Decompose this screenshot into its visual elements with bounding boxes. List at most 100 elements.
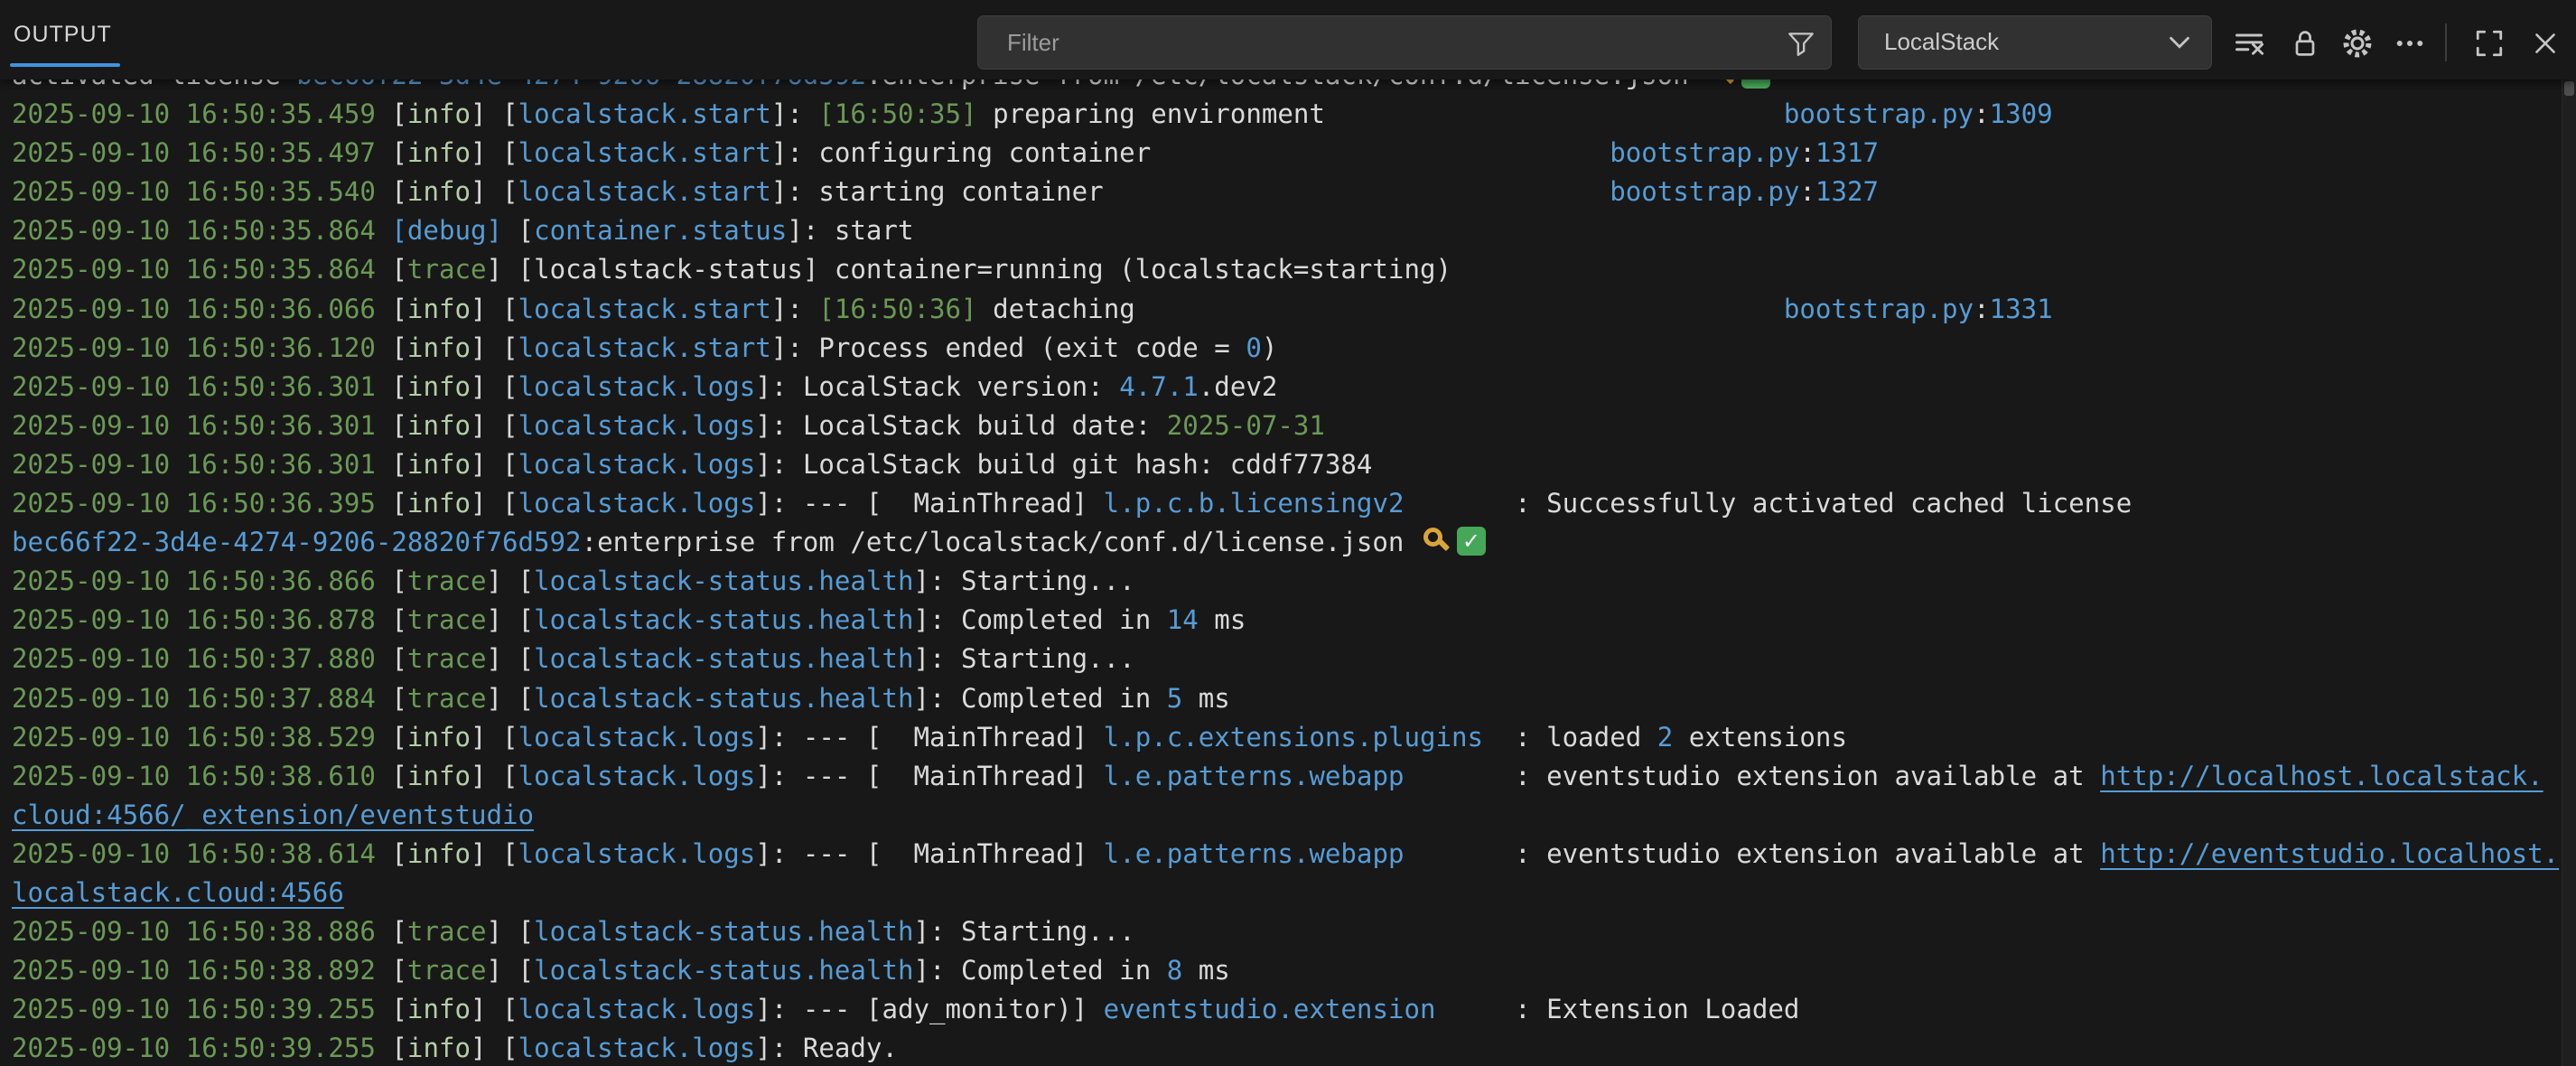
log-view: activated license bec66f22-3d4e-4274-920… xyxy=(0,79,2576,1066)
log-segment: l.p.c.b.licensingv2 xyxy=(1104,488,1405,519)
log-segment: [ xyxy=(391,1033,407,1063)
settings-button[interactable] xyxy=(2339,25,2375,61)
log-segment: ]: --- [ MainThread] xyxy=(755,761,1103,791)
log-segment: localstack-status.health xyxy=(534,604,913,635)
channel-selector[interactable]: LocalStack xyxy=(1858,15,2212,70)
log-segment: ] [ xyxy=(487,955,535,986)
check-emoji xyxy=(1457,527,1486,556)
log-segment: ] [ xyxy=(471,994,518,1024)
log-segment: 2 xyxy=(1657,722,1674,753)
header-divider xyxy=(2445,23,2447,61)
log-segment: bec66f22-3d4e-4274-9206-28820f76d592 xyxy=(296,79,866,90)
filter-box xyxy=(977,15,1832,70)
log-segment: [ xyxy=(391,449,407,480)
log-segment: l.p.c.extensions.plugins xyxy=(1104,722,1483,753)
log-segment: ] [ xyxy=(487,604,535,635)
log-segment: 2025-09-10 16:50:36.301 xyxy=(12,371,391,402)
maximize-panel-button[interactable] xyxy=(2471,25,2507,61)
log-line: 2025-09-10 16:50:37.884 [trace] [localst… xyxy=(12,679,2576,718)
active-tab-underline xyxy=(10,63,120,67)
log-segment: [ xyxy=(391,332,407,363)
log-segment: 2025-09-10 16:50:39.255 xyxy=(12,1033,391,1063)
log-segment: ]: --- [ady_monitor)] xyxy=(755,994,1103,1024)
log-segment: ]: Starting... xyxy=(913,643,1134,674)
log-segment: bec66f22-3d4e-4274-9206-28820f76d592 xyxy=(12,527,582,557)
log-segment: localstack-status.health xyxy=(534,566,913,596)
log-line: 2025-09-10 16:50:36.301 [info] [localsta… xyxy=(12,407,2576,445)
log-segment: localstack.logs xyxy=(518,449,756,480)
log-segment: ]: LocalStack build git hash: cddf77384 xyxy=(755,449,1372,480)
log-line: 2025-09-10 16:50:36.301 [info] [localsta… xyxy=(12,368,2576,407)
log-lines: activated license bec66f22-3d4e-4274-920… xyxy=(0,79,2576,1066)
log-segment: localstack.start xyxy=(518,176,771,207)
log-segment: localstack.logs xyxy=(518,410,756,441)
vertical-scrollbar[interactable] xyxy=(2562,79,2576,1066)
log-segment: 2025-09-10 16:50:36.395 xyxy=(12,488,391,519)
log-segment: 2025-09-10 16:50:38.529 xyxy=(12,722,391,753)
log-segment: ] [ xyxy=(471,722,518,753)
filter-input[interactable] xyxy=(1005,22,1768,63)
log-segment: localstack-status.health xyxy=(534,955,913,986)
scrollbar-thumb[interactable] xyxy=(2564,81,2574,96)
log-segment: 8 xyxy=(1167,955,1183,986)
log-segment: ] [ xyxy=(471,488,518,519)
log-segment: ]: configuring container xyxy=(771,137,1151,168)
log-segment: ] [ xyxy=(487,683,535,714)
log-segment: [ xyxy=(391,294,407,324)
log-segment: [16:50:36] xyxy=(818,294,976,324)
log-segment: [ xyxy=(391,838,407,869)
gear-icon xyxy=(2340,26,2375,61)
source-file-link[interactable]: bootstrap.py xyxy=(1784,294,1974,324)
log-segment xyxy=(1135,294,1784,324)
log-segment: ] [ xyxy=(471,449,518,480)
lock-autoscroll-button[interactable] xyxy=(2287,25,2323,61)
more-actions-button[interactable] xyxy=(2392,25,2428,61)
log-segment: [ xyxy=(391,955,407,986)
log-segment: [ xyxy=(391,683,407,714)
log-segment: info xyxy=(407,488,471,519)
log-segment: 2025-09-10 16:50:36.301 xyxy=(12,449,391,480)
check-emoji xyxy=(1741,79,1770,89)
log-segment: ] [ xyxy=(471,761,518,791)
log-line: 2025-09-10 16:50:37.880 [trace] [localst… xyxy=(12,640,2576,678)
channel-selector-value: LocalStack xyxy=(1884,28,1999,56)
source-file-link[interactable]: bootstrap.py xyxy=(1784,98,1974,129)
log-line: 2025-09-10 16:50:38.529 [info] [localsta… xyxy=(12,718,2576,757)
log-segment: localstack.logs xyxy=(518,838,756,869)
log-segment: 2025-09-10 16:50:39.255 xyxy=(12,994,391,1024)
log-segment: ]: --- [ MainThread] xyxy=(755,722,1103,753)
filter-icon[interactable] xyxy=(1786,28,1816,59)
log-segment: trace xyxy=(407,566,487,596)
log-segment: ]: --- [ MainThread] xyxy=(755,838,1103,869)
log-segment: 2025-09-10 16:50:35.864 xyxy=(12,215,391,246)
log-segment: ms xyxy=(1199,604,1246,635)
log-segment: : xyxy=(1799,176,1815,207)
source-file-link[interactable]: bootstrap.py xyxy=(1610,176,1799,207)
log-line: 2025-09-10 16:50:38.614 [info] [localsta… xyxy=(12,835,2576,912)
log-segment: 2025-09-10 16:50:35.459 xyxy=(12,98,391,129)
log-segment: ]: Starting... xyxy=(913,916,1134,947)
log-line: 2025-09-10 16:50:36.120 [info] [localsta… xyxy=(12,329,2576,368)
clear-output-button[interactable] xyxy=(2231,25,2267,61)
log-segment: activated license xyxy=(12,79,296,90)
log-segment: 1309 xyxy=(1990,98,2053,129)
log-segment: trace xyxy=(407,643,487,674)
log-segment: [ xyxy=(391,566,407,596)
log-segment: info xyxy=(407,294,471,324)
log-line: 2025-09-10 16:50:38.892 [trace] [localst… xyxy=(12,951,2576,990)
log-segment: ] [ xyxy=(471,410,518,441)
close-panel-button[interactable] xyxy=(2527,25,2563,61)
tab-output[interactable]: OUTPUT xyxy=(14,22,112,48)
log-segment: ] [localstack-status] container=running … xyxy=(487,254,1451,285)
log-segment: detaching xyxy=(977,294,1135,324)
log-segment: [ xyxy=(391,604,407,635)
log-segment: ] [ xyxy=(487,916,535,947)
log-segment: :enterprise from /etc/localstack/conf.d/… xyxy=(866,79,1704,90)
log-line: 2025-09-10 16:50:36.866 [trace] [localst… xyxy=(12,562,2576,601)
source-file-link[interactable]: bootstrap.py xyxy=(1610,137,1799,168)
log-segment: ]: Starting... xyxy=(913,566,1134,596)
log-segment: [ xyxy=(391,371,407,402)
log-segment: ] [ xyxy=(471,294,518,324)
log-segment: [ xyxy=(391,410,407,441)
log-segment: 2025-09-10 16:50:35.864 xyxy=(12,254,391,285)
